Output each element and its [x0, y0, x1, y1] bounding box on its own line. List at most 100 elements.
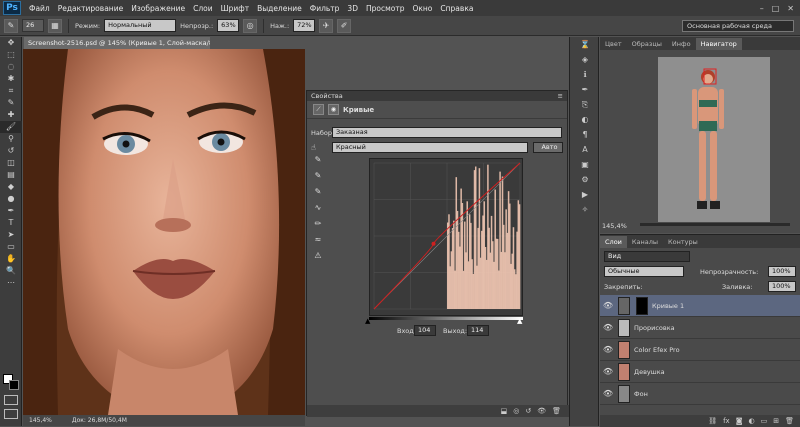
black-input-slider[interactable]: ▲: [365, 317, 370, 325]
brush-size-picker[interactable]: 26: [22, 19, 44, 32]
clipping-warning-icon[interactable]: ⚠: [311, 249, 325, 263]
new-adjustment-icon[interactable]: ◐: [749, 415, 755, 427]
navigator-zoom[interactable]: 145,4%: [602, 222, 627, 230]
layer-opacity-input[interactable]: 100%: [768, 266, 796, 277]
lasso-tool-icon[interactable]: ◌: [0, 61, 22, 73]
brush-preset-icon[interactable]: ✎: [4, 18, 18, 33]
layer-row-girl[interactable]: 👁 Девушка: [600, 361, 800, 383]
brush-panel-icon[interactable]: ▦: [48, 18, 62, 33]
delete-icon[interactable]: 🗑: [552, 405, 561, 417]
draw-curve-icon[interactable]: ✏: [311, 217, 325, 231]
screen-mode-icon[interactable]: [4, 409, 18, 419]
menu-3d[interactable]: 3D: [343, 4, 362, 13]
menu-help[interactable]: Справка: [436, 4, 477, 13]
actions-panel-icon[interactable]: ▶: [570, 187, 600, 202]
output-value[interactable]: 114: [467, 325, 489, 336]
layer-filter-select[interactable]: Вид: [604, 251, 690, 262]
tab-swatches[interactable]: Образцы: [627, 38, 667, 50]
channel-select[interactable]: Красный: [332, 142, 528, 153]
layer-mask-icon[interactable]: ◉: [328, 104, 339, 115]
tab-info[interactable]: Инфо: [667, 38, 696, 50]
dodge-icon[interactable]: ●: [0, 193, 22, 205]
crop-tool-icon[interactable]: ⌗: [0, 85, 22, 97]
pressure-input[interactable]: 72%: [293, 19, 316, 32]
document-tab[interactable]: Screenshot-2516.psd @ 145% (Кривые 1, Сл…: [24, 37, 210, 49]
curves-adjustment-icon[interactable]: ⟋: [313, 104, 324, 115]
opacity-pressure-icon[interactable]: ◎: [243, 18, 258, 33]
close-icon[interactable]: ✕: [787, 4, 794, 13]
add-mask-icon[interactable]: ◙: [736, 415, 743, 427]
path-select-icon[interactable]: ➤: [0, 229, 22, 241]
brush-panel-icon[interactable]: ✒: [570, 82, 600, 97]
smooth-curve-icon[interactable]: ≈: [311, 233, 325, 247]
menu-view[interactable]: Просмотр: [362, 4, 409, 13]
stamp-tool-icon[interactable]: ⚲: [0, 133, 22, 145]
quick-mask-icon[interactable]: [4, 395, 18, 405]
document-canvas[interactable]: [23, 49, 305, 415]
brush-tool-icon[interactable]: 🖌: [0, 121, 22, 133]
maximize-icon[interactable]: □: [772, 4, 780, 13]
styles-panel-icon[interactable]: ▣: [570, 157, 600, 172]
menu-window[interactable]: Окно: [408, 4, 436, 13]
blend-mode-select[interactable]: Обычные: [604, 266, 684, 277]
info-panel-icon[interactable]: ℹ: [570, 67, 600, 82]
doc-size-status[interactable]: Док: 26,8M/50,4M: [72, 415, 127, 426]
blur-icon[interactable]: ◆: [0, 181, 22, 193]
reset-icon[interactable]: ↺: [525, 405, 531, 417]
zoom-slider[interactable]: [640, 223, 790, 226]
layer-row-color-efex[interactable]: 👁 Color Efex Pro: [600, 339, 800, 361]
new-layer-icon[interactable]: ⊞: [773, 415, 779, 427]
auto-button[interactable]: Авто: [533, 142, 563, 153]
tab-channels[interactable]: Каналы: [627, 236, 663, 248]
marquee-tool-icon[interactable]: ⬚: [0, 49, 22, 61]
shape-tool-icon[interactable]: ▭: [0, 241, 22, 253]
tab-color[interactable]: Цвет: [600, 38, 627, 50]
eyedropper-icon[interactable]: ✎: [0, 97, 22, 109]
view-previous-icon[interactable]: ◎: [513, 405, 519, 417]
pen-tool-icon[interactable]: ✒: [0, 205, 22, 217]
size-pressure-icon[interactable]: ✐: [337, 18, 352, 33]
layer-row-background[interactable]: 👁 Фон: [600, 383, 800, 405]
tab-layers[interactable]: Слои: [600, 236, 627, 248]
new-group-icon[interactable]: ▭: [761, 415, 768, 427]
menu-edit[interactable]: Редактирование: [54, 4, 127, 13]
eye-icon[interactable]: 👁: [600, 389, 616, 398]
type-tool-icon[interactable]: T: [0, 217, 22, 229]
minimize-icon[interactable]: –: [760, 4, 764, 13]
history-brush-icon[interactable]: ↺: [0, 145, 22, 157]
layer-row-drawing[interactable]: 👁 Прорисовка: [600, 317, 800, 339]
clip-to-layer-icon[interactable]: ⬓: [501, 405, 508, 417]
adjustments-panel-icon[interactable]: ◐: [570, 112, 600, 127]
gradient-icon[interactable]: ▤: [0, 169, 22, 181]
navigator-thumbnail[interactable]: [658, 57, 770, 222]
quick-select-icon[interactable]: ✱: [0, 73, 22, 85]
edit-points-icon[interactable]: ∿: [311, 201, 325, 215]
delete-layer-icon[interactable]: 🗑: [785, 415, 794, 427]
move-tool-icon[interactable]: ✥: [0, 37, 22, 49]
layer-row-curves[interactable]: 👁 Кривые 1: [600, 295, 800, 317]
eye-icon[interactable]: 👁: [600, 301, 616, 310]
3d-panel-icon[interactable]: ◈: [570, 52, 600, 67]
mode-select[interactable]: Нормальный: [104, 19, 177, 32]
panel-menu-icon[interactable]: ≡: [558, 92, 563, 100]
preset-select[interactable]: Заказная: [332, 127, 562, 138]
opacity-input[interactable]: 63%: [217, 19, 240, 32]
zoom-status[interactable]: 145,4%: [29, 415, 52, 426]
menu-layers[interactable]: Слои: [189, 4, 217, 13]
curves-graph[interactable]: [369, 158, 523, 316]
menu-select[interactable]: Выделение: [253, 4, 306, 13]
eye-icon[interactable]: 👁: [600, 345, 616, 354]
tool-presets-icon[interactable]: ✧: [570, 202, 600, 217]
menu-image[interactable]: Изображение: [127, 4, 189, 13]
eraser-icon[interactable]: ◫: [0, 157, 22, 169]
healing-brush-icon[interactable]: ✚: [0, 109, 22, 121]
layer-style-icon[interactable]: fx: [723, 415, 730, 427]
black-point-eyedropper-icon[interactable]: ✎: [311, 153, 325, 167]
clone-source-icon[interactable]: ⎘: [570, 97, 600, 112]
gray-point-eyedropper-icon[interactable]: ✎: [311, 169, 325, 183]
eye-icon[interactable]: 👁: [600, 367, 616, 376]
eye-icon[interactable]: 👁: [600, 323, 616, 332]
visibility-icon[interactable]: 👁: [537, 405, 546, 417]
more-tools-icon[interactable]: ⋯: [0, 277, 22, 289]
zoom-tool-icon[interactable]: 🔍: [0, 265, 22, 277]
